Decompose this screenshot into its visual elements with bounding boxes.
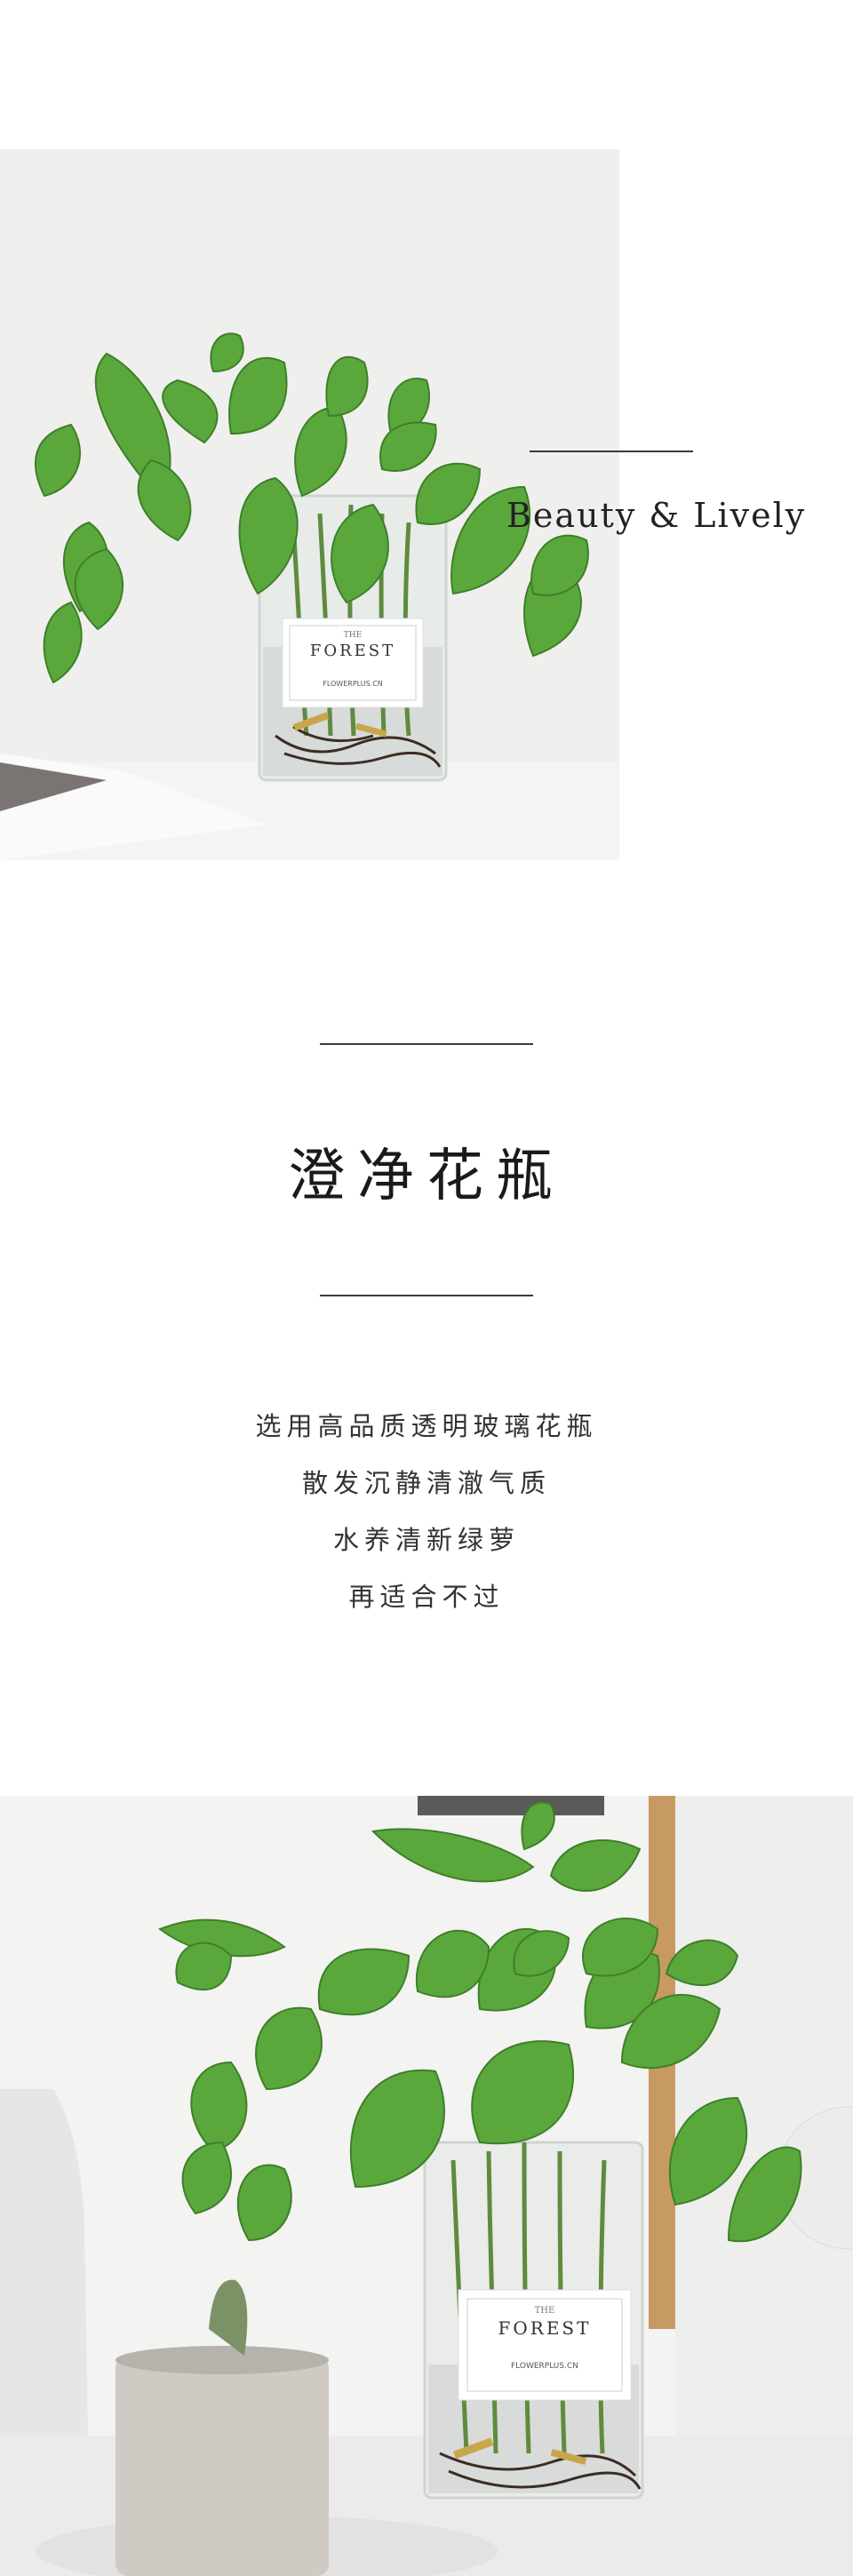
vase-label-sub: FLOWERPLUS.CN: [323, 680, 383, 688]
caption-rule: [530, 451, 693, 452]
vase-label-small: THE: [343, 631, 363, 640]
vase-label-brand: FOREST: [498, 2317, 592, 2339]
description-line: 水养清新绿萝: [332, 1525, 520, 1555]
vase-label: THE FOREST FLOWERPLUS.CN: [283, 618, 423, 707]
pothos-table-illustration: [0, 1796, 853, 2576]
title-top-rule: [320, 1043, 533, 1045]
vase-label-small: THE: [534, 2306, 555, 2316]
vase-label: THE FOREST FLOWERPLUS.CN: [458, 2290, 631, 2400]
hero-caption: Beauty & Lively: [506, 496, 807, 535]
section-title: 澄净花瓶: [288, 1144, 565, 1209]
description-line: 散发沉静清澈气质: [301, 1468, 551, 1498]
description-line: 再适合不过: [348, 1582, 505, 1612]
vase-label-sub: FLOWERPLUS.CN: [511, 2362, 578, 2371]
title-bottom-rule: [320, 1295, 533, 1296]
description-line: 选用高品质透明玻璃花瓶: [255, 1411, 598, 1441]
vase-label-brand: FOREST: [309, 642, 396, 660]
product-photo: THE FOREST FLOWERPLUS.CN: [0, 1796, 853, 2576]
